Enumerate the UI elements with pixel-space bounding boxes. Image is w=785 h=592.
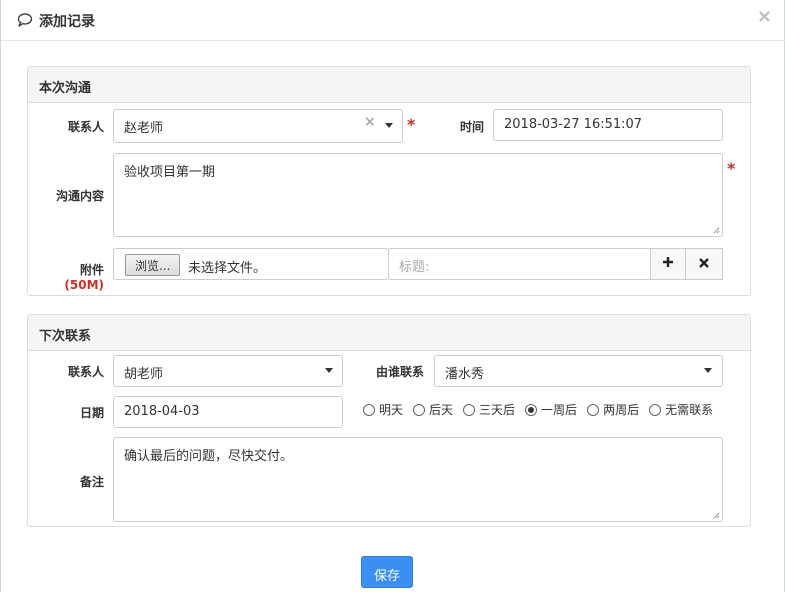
panel-heading-current: 本次沟通	[28, 67, 750, 103]
attachment-title-placeholder: 标题:	[399, 260, 430, 275]
option-tomorrow[interactable]: 明天	[363, 401, 403, 418]
content-label: 沟通内容	[55, 189, 104, 203]
option-no-contact[interactable]: 无需联系	[649, 401, 713, 418]
radio-button[interactable]	[463, 403, 476, 416]
option-label: 三天后	[479, 403, 516, 417]
save-button[interactable]: 保存	[361, 556, 413, 588]
note-textarea[interactable]: 确认最后的问题，尽快交付。	[113, 437, 723, 522]
who-select[interactable]: 潘水秀	[434, 355, 723, 387]
attachment-limit: (50M)	[64, 278, 104, 292]
remove-attachment-button[interactable]	[685, 248, 723, 280]
option-day-after[interactable]: 后天	[413, 401, 453, 418]
note-label: 备注	[79, 475, 104, 489]
chevron-down-icon	[704, 368, 712, 373]
date-input[interactable]: 2018-04-03	[113, 396, 343, 428]
option-label: 一周后	[541, 403, 578, 417]
chevron-down-icon	[385, 123, 393, 128]
resize-grip-icon[interactable]	[712, 226, 720, 234]
panel-heading-next: 下次联系	[28, 315, 750, 351]
current-communication-panel: 本次沟通 联系人 赵老师 × * 时间 2018-03-27 16:51:07 …	[27, 66, 751, 296]
required-mark: *	[407, 115, 416, 134]
attachment-label-text: 附件	[79, 263, 104, 277]
resize-grip-icon[interactable]	[712, 511, 720, 519]
option-three-days[interactable]: 三天后	[463, 401, 515, 418]
next-contact-select[interactable]: 胡老师	[113, 355, 343, 387]
attachment-title-input[interactable]: 标题:	[388, 248, 651, 280]
content-textarea[interactable]: 验收项目第一期	[113, 153, 723, 237]
option-label: 明天	[379, 403, 404, 417]
file-input[interactable]: 浏览... 未选择文件。	[113, 248, 389, 280]
option-two-weeks[interactable]: 两周后	[587, 401, 639, 418]
clear-icon[interactable]: ×	[364, 114, 376, 130]
who-value: 潘水秀	[445, 367, 485, 382]
who-label: 由谁联系	[375, 365, 424, 379]
plus-icon	[663, 257, 673, 267]
option-one-week[interactable]: 一周后	[525, 401, 577, 418]
note-value: 确认最后的问题，尽快交付。	[124, 449, 294, 464]
contact-label: 联系人	[67, 120, 104, 134]
add-record-dialog: 添加记录 × 本次沟通 联系人 赵老师 × * 时间 2018-03-27 16…	[0, 0, 785, 592]
option-label: 后天	[429, 403, 454, 417]
close-icon	[699, 258, 709, 268]
date-label: 日期	[79, 406, 104, 420]
radio-button[interactable]	[363, 403, 375, 416]
comment-icon	[17, 13, 33, 27]
file-status: 未选择文件。	[188, 261, 267, 276]
radio-button-selected[interactable]	[525, 403, 538, 416]
date-value: 2018-04-03	[124, 404, 200, 419]
radio-button[interactable]	[587, 403, 600, 416]
contact-value: 赵老师	[124, 121, 164, 136]
option-label: 无需联系	[665, 403, 714, 417]
radio-button[interactable]	[413, 403, 426, 416]
next-contact-panel: 下次联系 联系人 胡老师 由谁联系 潘水秀 日期 2018-04-03 明天 后…	[27, 314, 751, 527]
add-attachment-button[interactable]	[650, 248, 686, 280]
dialog-title: 添加记录	[39, 14, 95, 30]
attachment-label: 附件 (50M)	[38, 261, 104, 292]
next-contact-label: 联系人	[67, 365, 104, 379]
next-contact-value: 胡老师	[124, 367, 164, 382]
quick-date-options: 明天 后天 三天后 一周后 两周后 无需联系	[363, 401, 713, 418]
time-input[interactable]: 2018-03-27 16:51:07	[493, 109, 723, 141]
content-value: 验收项目第一期	[124, 165, 216, 180]
contact-select[interactable]: 赵老师 ×	[113, 109, 403, 143]
option-label: 两周后	[603, 403, 640, 417]
radio-button[interactable]	[649, 403, 662, 416]
time-value: 2018-03-27 16:51:07	[504, 117, 643, 132]
close-icon[interactable]: ×	[757, 6, 772, 27]
dialog-header: 添加记录 ×	[1, 0, 785, 41]
attachment-actions	[650, 248, 723, 280]
chevron-down-icon	[325, 368, 333, 373]
time-label: 时间	[459, 120, 484, 134]
required-mark-content: *	[727, 159, 736, 178]
browse-button[interactable]: 浏览...	[125, 254, 181, 276]
